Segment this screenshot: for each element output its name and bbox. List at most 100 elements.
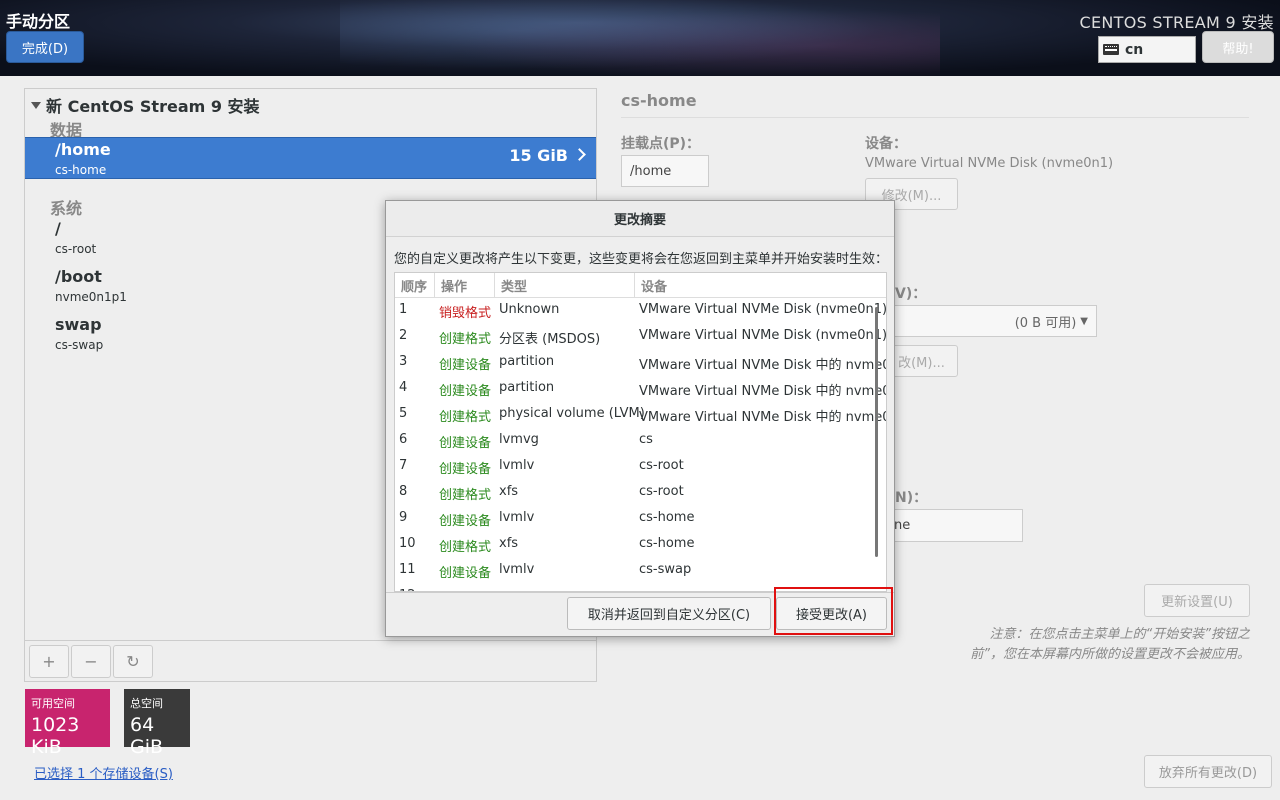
dialog-title: 更改摘要 xyxy=(386,201,894,237)
row-action: 销毁格式 xyxy=(439,306,492,321)
device-value: VMware Virtual NVMe Disk (nvme0n1) xyxy=(865,156,1114,171)
row-type: partition xyxy=(499,354,555,369)
row-order: 8 xyxy=(399,484,408,499)
row-device: VMware Virtual NVMe Disk (nvme0n1) xyxy=(639,302,887,317)
table-row[interactable]: 9 创建设备 lvmlv cs-home xyxy=(395,506,886,532)
name-input[interactable]: ne xyxy=(885,509,1023,542)
done-button[interactable]: 完成(D) xyxy=(6,31,84,63)
row-order: 7 xyxy=(399,458,408,473)
update-settings-button[interactable]: 更新设置(U) xyxy=(1144,584,1250,617)
row-order: 11 xyxy=(399,562,416,577)
row-order: 6 xyxy=(399,432,408,447)
row-order: 10 xyxy=(399,536,416,551)
row-type: lvmlv xyxy=(499,510,535,525)
column-header-type[interactable]: 类型 xyxy=(495,273,635,298)
row-device: cs-home xyxy=(639,536,695,551)
table-row[interactable]: 2 创建格式 分区表 (MSDOS) VMware Virtual NVMe Disk… xyxy=(395,324,886,350)
total-space-box: 总空间 64 GiB xyxy=(124,689,190,758)
mount-item-name: /home xyxy=(55,140,111,159)
selected-device-title: cs-home xyxy=(621,91,697,110)
row-type: xfs xyxy=(499,484,519,499)
mount-item-device: cs-root xyxy=(55,242,97,256)
mount-point-input[interactable]: /home xyxy=(621,155,709,187)
highlight-box xyxy=(774,587,893,635)
name-label: N)： xyxy=(895,490,928,506)
add-mount-button[interactable]: + xyxy=(29,645,69,678)
product-title: CENTOS STREAM 9 安装 xyxy=(1079,13,1274,32)
row-action: 创建设备 xyxy=(439,384,492,399)
table-row[interactable]: 6 创建设备 lvmvg cs xyxy=(395,428,886,454)
row-type: lvmvg xyxy=(499,432,539,447)
total-space-label: 总空间 xyxy=(130,697,163,710)
row-device: cs-swap xyxy=(639,562,692,577)
storage-devices-link[interactable]: 已选择 1 个存储设备(S) xyxy=(34,763,173,782)
keyboard-layout-label: cn xyxy=(1125,41,1144,58)
row-device: VMware Virtual NVMe Disk 中的 nvme0n1p xyxy=(639,358,886,373)
available-space-label: 可用空间 xyxy=(31,697,75,710)
cancel-return-button[interactable]: 取消并返回到自定义分区(C) xyxy=(567,597,771,630)
table-row[interactable]: 5 创建格式 physical volume (LVM) VMware Virtual… xyxy=(395,402,886,428)
row-order: 1 xyxy=(399,302,408,317)
page-title: 手动分区 xyxy=(6,12,71,31)
chevron-right-icon xyxy=(573,148,586,161)
table-row[interactable]: 11 创建设备 lvmlv cs-swap xyxy=(395,558,886,584)
dropdown-arrow-icon: ▼ xyxy=(1080,315,1088,327)
row-type: lvmlv xyxy=(499,562,535,577)
table-row[interactable]: 4 创建设备 partition VMware Virtual NVMe Disk 中… xyxy=(395,376,886,402)
table-scrollbar[interactable] xyxy=(875,307,878,557)
volume-group-select[interactable]: (0 B 可用) ▼ xyxy=(885,305,1097,337)
row-action: 创建设备 xyxy=(439,566,492,581)
column-header-action[interactable]: 操作 xyxy=(435,273,495,298)
row-order: 3 xyxy=(399,354,408,369)
row-action: 创建设备 xyxy=(439,358,492,373)
dialog-description: 您的自定义更改将产生以下变更，这些变更将会在您返回到主菜单并开始安装时生效： xyxy=(394,252,889,267)
help-button[interactable]: 帮助! xyxy=(1202,31,1274,63)
row-order: 9 xyxy=(399,510,408,525)
mount-item-name: swap xyxy=(55,315,102,334)
row-type: lvmlv xyxy=(499,458,535,473)
row-device: VMware Virtual NVMe Disk (nvme0n1) xyxy=(639,328,887,343)
volume-group-label: V)： xyxy=(895,286,927,302)
row-type: xfs xyxy=(499,536,519,551)
mount-item-device: cs-swap xyxy=(55,338,104,352)
header-bar: 手动分区 完成(D) CENTOS STREAM 9 安装 cn 帮助! xyxy=(0,0,1280,76)
row-device: VMware Virtual NVMe Disk 中的 nvme0n1p xyxy=(639,384,886,399)
change-summary-dialog: 更改摘要 您的自定义更改将产生以下变更，这些变更将会在您返回到主菜单并开始安装时… xyxy=(385,200,895,637)
mount-item-name: / xyxy=(55,219,61,238)
remove-mount-button[interactable]: − xyxy=(71,645,111,678)
mount-point-label: 挂载点(P)： xyxy=(621,136,701,152)
table-row[interactable]: 10 创建格式 xfs cs-home xyxy=(395,532,886,558)
refresh-button[interactable]: ↻ xyxy=(113,645,153,678)
available-space-box: 可用空间 1023 KiB xyxy=(25,689,110,758)
divider xyxy=(621,117,1249,118)
row-device: cs-root xyxy=(639,484,684,499)
row-device: cs-root xyxy=(639,458,684,473)
row-device: cs xyxy=(639,432,653,447)
row-action: 创建设备 xyxy=(439,436,492,451)
mount-item-size: 15 GiB xyxy=(509,146,568,165)
mount-item-home[interactable]: /home cs-home 15 GiB xyxy=(25,137,596,179)
table-row[interactable]: 1 销毁格式 Unknown VMware Virtual NVMe Disk (nv… xyxy=(395,298,886,324)
column-header-order[interactable]: 顺序 xyxy=(395,273,435,298)
mount-item-name: /boot xyxy=(55,267,102,286)
table-row[interactable]: 7 创建设备 lvmlv cs-root xyxy=(395,454,886,480)
total-space-value: 64 GiB xyxy=(130,714,164,758)
installation-title: 新 CentOS Stream 9 安装 xyxy=(46,97,260,116)
row-action: 创建设备 xyxy=(439,514,492,529)
column-header-device[interactable]: 设备 xyxy=(635,273,886,298)
row-action: 创建格式 xyxy=(439,540,492,555)
row-order: 4 xyxy=(399,380,408,395)
changes-table[interactable]: 顺序 操作 类型 设备 1 销毁格式 Unknown VMware Virtual N… xyxy=(394,272,887,592)
row-type: partition xyxy=(499,380,555,395)
note-text: 注意：在您点击主菜单上的“开始安装”按钮之前”，您在本屏幕内所做的设置更改不会被… xyxy=(970,627,1250,662)
row-device: cs-home xyxy=(639,510,695,525)
keyboard-icon xyxy=(1103,44,1119,55)
modify-volume-group-button[interactable]: 改(M)... xyxy=(885,345,958,377)
discard-all-changes-button[interactable]: 放弃所有更改(D) xyxy=(1144,755,1272,788)
expand-triangle-icon xyxy=(31,101,41,109)
table-row[interactable]: 8 创建格式 xfs cs-root xyxy=(395,480,886,506)
installation-expander[interactable]: 新 CentOS Stream 9 安装 xyxy=(31,93,260,117)
table-row[interactable]: 3 创建设备 partition VMware Virtual NVMe Disk 中… xyxy=(395,350,886,376)
available-space-value: 1023 KiB xyxy=(31,714,80,758)
keyboard-layout-indicator[interactable]: cn xyxy=(1098,36,1196,63)
